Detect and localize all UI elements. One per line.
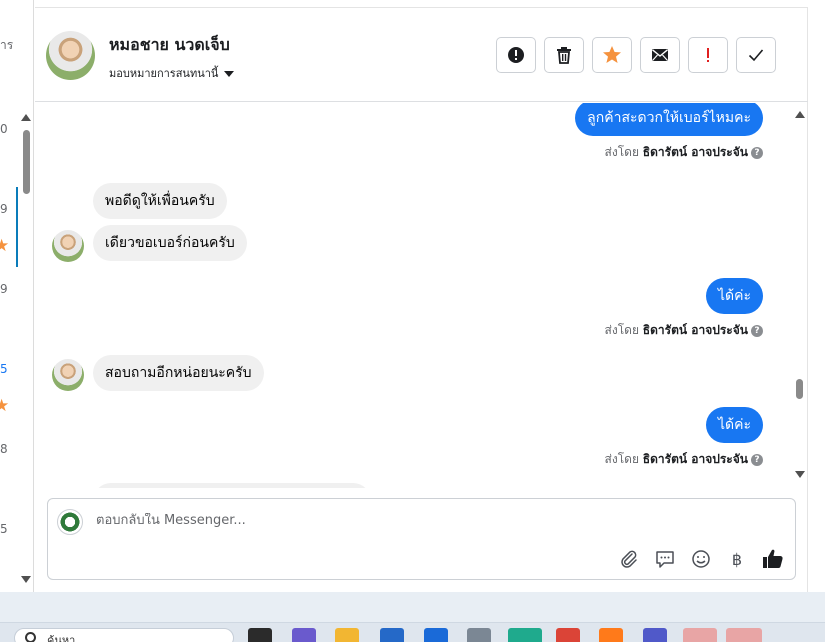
search-icon <box>25 632 36 642</box>
mark-unread-button[interactable] <box>640 37 680 73</box>
sent-by-prefix: ส่งโดย <box>604 452 639 466</box>
message-bubble-incoming[interactable]: พอดีดูให้เพื่อนครับ <box>93 183 227 219</box>
taskbar-search-label: ค้นหา <box>47 634 76 642</box>
star-icon: ★ <box>0 236 10 256</box>
star-icon <box>603 46 621 63</box>
conversation-panel: หมอชาย นวดเจ็บ มอบหมายการสนทนานี้ ลูกค้า… <box>35 7 808 592</box>
teams-icon[interactable] <box>643 628 667 642</box>
message-bubble-incoming[interactable]: สอบถามอีกหน่อยนะครับ <box>93 355 264 391</box>
message-bubble-incoming-partial[interactable] <box>93 483 371 488</box>
edge-icon[interactable] <box>508 628 542 642</box>
list-header-fragment: าร <box>0 38 14 52</box>
mark-important-button[interactable] <box>688 37 728 73</box>
list-row-time[interactable]: 8 <box>0 442 8 456</box>
list-row-time[interactable]: 5 <box>0 362 8 376</box>
exclamation-icon <box>707 48 709 62</box>
firefox-icon[interactable] <box>599 628 623 642</box>
folder-icon[interactable] <box>335 628 359 642</box>
sent-by-prefix: ส่งโดย <box>604 323 639 337</box>
scrollbar-thumb[interactable] <box>796 379 803 399</box>
sent-by-prefix: ส่งโดย <box>604 145 639 159</box>
reply-composer: ฿ <box>47 498 796 580</box>
mark-spam-button[interactable] <box>496 37 536 73</box>
chrome-icon[interactable] <box>556 628 580 642</box>
assign-conversation-dropdown[interactable]: มอบหมายการสนทนานี้ <box>109 64 235 82</box>
envelope-icon <box>652 49 668 61</box>
message-bubble-incoming[interactable]: เดียวขอเบอร์ก่อนครับ <box>93 225 247 261</box>
assign-label: มอบหมายการสนทนานี้ <box>109 67 219 80</box>
check-icon <box>748 49 764 62</box>
message-bubble-outgoing[interactable]: ลูกค้าสะดวกให้เบอร์ไหมคะ <box>575 103 763 136</box>
outlook-icon[interactable] <box>424 628 448 642</box>
scroll-up-arrow[interactable] <box>795 111 805 118</box>
paperclip-icon[interactable] <box>618 548 640 570</box>
scroll-up-arrow[interactable] <box>21 114 31 121</box>
conversation-header: หมอชาย นวดเจ็บ มอบหมายการสนทนานี้ <box>35 8 808 102</box>
star-button[interactable] <box>592 37 632 73</box>
scroll-down-arrow[interactable] <box>21 576 31 583</box>
thumbs-up-icon[interactable] <box>762 548 784 570</box>
taskbar-search[interactable]: ค้นหา <box>14 628 234 642</box>
message-thread: ลูกค้าสะดวกให้เบอร์ไหมคะ ส่งโดย ธิดารัตน… <box>35 103 808 488</box>
page-avatar <box>57 509 83 535</box>
alert-circle-icon <box>508 47 524 63</box>
mark-done-button[interactable] <box>736 37 776 73</box>
avatar[interactable] <box>46 31 95 80</box>
baht-icon[interactable]: ฿ <box>726 548 748 570</box>
line-icon[interactable] <box>683 628 717 642</box>
help-icon[interactable]: ? <box>751 146 763 159</box>
help-icon[interactable]: ? <box>751 453 763 466</box>
scroll-down-arrow[interactable] <box>795 471 805 478</box>
task-view-icon[interactable] <box>248 628 272 642</box>
avatar <box>52 359 84 391</box>
trash-icon <box>557 47 571 64</box>
scrollbar-thumb[interactable] <box>23 130 30 194</box>
help-icon[interactable]: ? <box>751 324 763 337</box>
list-row-time[interactable]: 9 <box>0 282 8 296</box>
avatar <box>52 230 84 262</box>
list-row-time[interactable]: 5 <box>0 522 8 536</box>
reply-input[interactable] <box>96 513 696 528</box>
list-row-time[interactable]: 0 <box>0 122 8 136</box>
list-row-time[interactable]: 9 <box>0 202 8 216</box>
smiley-icon[interactable] <box>690 548 712 570</box>
sent-by-agent: ธิดารัตน์ อาจประจัน <box>642 145 748 159</box>
message-bubble-outgoing[interactable]: ได้ค่ะ <box>705 407 763 443</box>
caret-down-icon <box>224 71 235 77</box>
message-bubble-outgoing[interactable]: ได้ค่ะ <box>705 278 763 314</box>
sent-by-label: ส่งโดย ธิดารัตน์ อาจประจัน? <box>605 450 763 469</box>
store-icon[interactable] <box>380 628 404 642</box>
conversation-list-strip: าร 0 9 ★ 9 5 ★ 8 5 <box>0 0 34 592</box>
window-background <box>0 592 825 622</box>
taskbar: ค้นหา <box>0 622 825 642</box>
sent-by-agent: ธิดารัตน์ อาจประจัน <box>642 452 748 466</box>
sent-by-label: ส่งโดย ธิดารัตน์ อาจประจัน? <box>605 143 763 162</box>
sent-by-label: ส่งโดย ธิดารัตน์ อาจประจัน? <box>605 321 763 340</box>
copilot-icon[interactable] <box>292 628 316 642</box>
speech-bubble-icon[interactable] <box>654 548 676 570</box>
star-icon: ★ <box>0 396 10 416</box>
delete-button[interactable] <box>544 37 584 73</box>
app-icon[interactable] <box>726 628 762 642</box>
contact-name[interactable]: หมอชาย นวดเจ็บ <box>109 33 230 58</box>
camera-icon[interactable] <box>467 628 491 642</box>
sent-by-agent: ธิดารัตน์ อาจประจัน <box>642 323 748 337</box>
